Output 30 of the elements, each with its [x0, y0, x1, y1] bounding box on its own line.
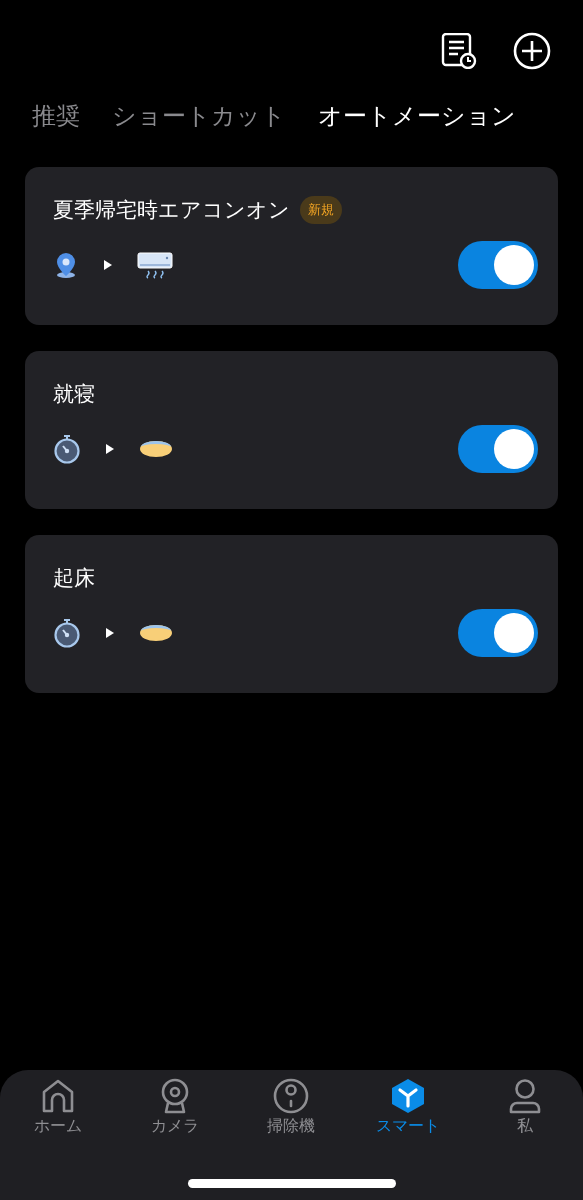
automation-card[interactable]: 就寝 [25, 351, 558, 509]
nav-tab[interactable]: カメラ [116, 1078, 234, 1137]
automation-title: 起床 [53, 565, 95, 592]
nav-tab[interactable]: 掃除機 [233, 1078, 350, 1137]
log-icon[interactable] [441, 33, 477, 69]
play-arrow-icon [105, 443, 115, 455]
nav-tab[interactable]: ホーム [0, 1078, 117, 1137]
nav-tab[interactable]: 私 [466, 1078, 583, 1137]
play-arrow-icon [105, 627, 115, 639]
robot-vacuum-icon [273, 1078, 310, 1114]
toggle-switch[interactable] [458, 241, 538, 289]
air-conditioner-icon [137, 251, 173, 279]
automation-card[interactable]: 起床 [25, 535, 558, 693]
automation-card[interactable]: 夏季帰宅時エアコンオン 新規 [25, 167, 558, 325]
ceiling-light-icon [139, 623, 173, 643]
automation-title: 夏季帰宅時エアコンオン [53, 197, 290, 224]
add-icon[interactable] [513, 32, 551, 70]
play-arrow-icon [103, 259, 113, 271]
tab[interactable]: オートメーション [318, 98, 516, 134]
toggle-switch[interactable] [458, 609, 538, 657]
tab[interactable]: ショートカット [112, 98, 286, 134]
automation-title: 就寝 [53, 381, 95, 408]
stopwatch-icon [53, 434, 81, 464]
new-badge: 新規 [300, 196, 342, 224]
nav-tab[interactable]: スマート [349, 1078, 467, 1137]
ceiling-light-icon [139, 439, 173, 459]
stopwatch-icon [53, 618, 81, 648]
hexagon-icon [390, 1078, 427, 1114]
toggle-switch[interactable] [458, 425, 538, 473]
tab[interactable]: 推奨 [32, 98, 80, 134]
